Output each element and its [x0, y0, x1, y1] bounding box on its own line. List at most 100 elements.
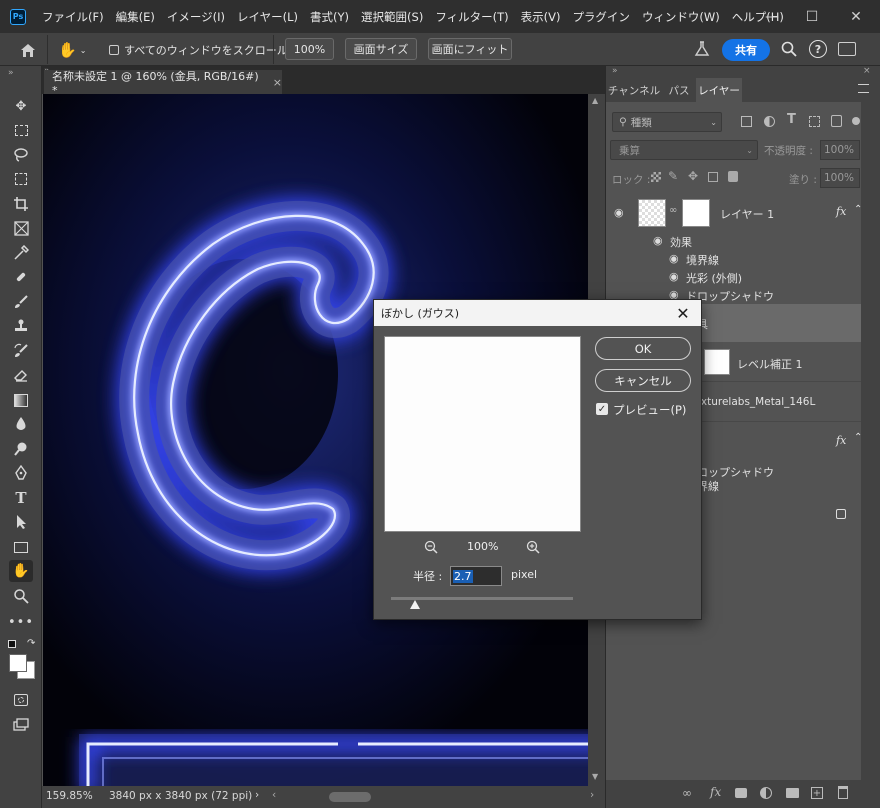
swap-colors-icon[interactable]: ↷	[27, 638, 35, 649]
history-brush-icon[interactable]	[9, 340, 33, 362]
menu-view[interactable]: 表示(V)	[515, 9, 567, 25]
rectangle-tool-icon[interactable]	[9, 536, 33, 558]
adjustment-filter-icon[interactable]	[764, 116, 775, 127]
minimize-icon[interactable]: —	[752, 0, 792, 33]
gradient-icon[interactable]	[9, 389, 33, 411]
new-adjustment-icon[interactable]	[760, 787, 772, 799]
zoom-100-button[interactable]: 100%	[285, 38, 334, 60]
blur-preview[interactable]	[384, 336, 581, 532]
menu-layer[interactable]: レイヤー(L)	[231, 9, 304, 25]
menu-edit[interactable]: 編集(E)	[110, 9, 161, 25]
new-layer-icon[interactable]: +	[811, 787, 823, 799]
add-style-icon[interactable]: fx	[710, 785, 721, 799]
stamp-tool-icon[interactable]	[9, 315, 33, 337]
layer-mask-thumbnail[interactable]	[704, 349, 730, 375]
fill-input[interactable]: 100%	[820, 168, 860, 188]
lasso-tool-icon[interactable]	[9, 144, 33, 166]
lock-transparency-icon[interactable]	[651, 172, 661, 182]
tab-paths[interactable]: パス	[664, 78, 694, 102]
fx-icon[interactable]: fx	[836, 434, 846, 447]
layer-row[interactable]: ◉ ∞ レイヤー 1 fx ⌃	[606, 196, 862, 232]
menu-file[interactable]: ファイル(F)	[36, 9, 110, 25]
object-select-icon[interactable]	[9, 168, 33, 190]
dodge-tool-icon[interactable]	[9, 438, 33, 460]
more-tools-icon[interactable]: •••	[8, 611, 33, 633]
scroll-right-icon[interactable]: ›	[590, 789, 594, 801]
zoom-out-icon[interactable]	[424, 540, 438, 554]
type-filter-icon[interactable]: T	[787, 112, 796, 127]
fx-icon[interactable]: fx	[836, 205, 846, 218]
search-icon[interactable]	[780, 40, 798, 58]
filter-toggle-icon[interactable]	[852, 117, 860, 125]
tab-layers[interactable]: レイヤー	[696, 78, 742, 102]
crop-tool-icon[interactable]	[9, 193, 33, 215]
foreground-color-swatch[interactable]	[9, 654, 27, 672]
pixel-filter-icon[interactable]	[741, 116, 752, 127]
tab-channels[interactable]: チャンネル	[606, 78, 662, 102]
zoom-in-icon[interactable]	[526, 540, 540, 554]
fit-screen-button[interactable]: 画面サイズ	[345, 38, 417, 60]
delete-layer-icon[interactable]	[838, 786, 848, 799]
zoom-level[interactable]: 159.85%	[46, 790, 93, 802]
status-menu-icon[interactable]: ›	[255, 789, 259, 801]
layer-mask-thumbnail[interactable]	[682, 199, 710, 227]
share-button[interactable]: 共有	[722, 39, 770, 61]
home-icon[interactable]	[18, 40, 38, 60]
scroll-left-icon[interactable]: ‹	[272, 789, 276, 801]
chevron-up-icon[interactable]: ⌃	[854, 432, 862, 443]
document-tab[interactable]: 名称未設定 1 @ 160% (金具, RGB/16#) * ×	[44, 70, 282, 97]
effect-stroke-row[interactable]: ◉ 境界線	[606, 250, 861, 268]
blur-tool-icon[interactable]	[9, 413, 33, 435]
eraser-icon[interactable]	[9, 364, 33, 386]
effects-row[interactable]: ◉ 効果	[606, 232, 861, 250]
fill-screen-button[interactable]: 画面にフィット	[428, 38, 512, 60]
healing-brush-icon[interactable]	[9, 266, 33, 288]
close-dialog-icon[interactable]: ✕	[673, 303, 693, 323]
chevron-up-icon[interactable]: ⌃	[854, 204, 862, 215]
frame-tool-icon[interactable]	[9, 217, 33, 239]
lock-all-icon[interactable]	[728, 171, 738, 182]
preview-checkbox[interactable]: ✓	[596, 403, 608, 415]
menu-plugins[interactable]: プラグイン	[566, 9, 636, 25]
close-panel-icon[interactable]: ×	[863, 66, 871, 76]
radius-input[interactable]: 2.7	[450, 566, 502, 586]
lock-artboard-icon[interactable]	[708, 172, 718, 182]
screen-mode-icon[interactable]	[9, 714, 33, 736]
flask-icon[interactable]	[693, 40, 713, 60]
menu-type[interactable]: 書式(Y)	[304, 9, 355, 25]
menu-select[interactable]: 選択範囲(S)	[355, 9, 429, 25]
scroll-up-icon[interactable]: ▲	[592, 96, 598, 105]
ok-button[interactable]: OK	[595, 337, 691, 360]
scroll-down-icon[interactable]: ▼	[592, 772, 598, 781]
menu-filter[interactable]: フィルター(T)	[429, 9, 514, 25]
workspace-icon[interactable]	[838, 42, 856, 56]
brush-tool-icon[interactable]	[9, 291, 33, 313]
maximize-icon[interactable]: ☐	[792, 0, 832, 33]
effect-outer-glow-row[interactable]: ◉ 光彩 (外側)	[606, 268, 861, 286]
layer-filter-select[interactable]: ⚲ 種類 ⌄	[612, 112, 722, 132]
type-tool-icon[interactable]: T	[9, 487, 33, 509]
menu-image[interactable]: イメージ(I)	[161, 9, 231, 25]
radius-slider-thumb[interactable]	[409, 600, 420, 609]
visibility-eye-icon[interactable]: ◉	[669, 252, 679, 265]
cancel-button[interactable]: キャンセル	[595, 369, 691, 392]
zoom-tool-icon[interactable]	[9, 585, 33, 607]
hand-tool-preset-icon[interactable]: ✋ ⌄	[58, 39, 94, 61]
dialog-title-bar[interactable]: ぼかし (ガウス)	[374, 300, 701, 326]
lock-position-icon[interactable]: ✥	[688, 169, 698, 183]
marquee-tool-icon[interactable]	[9, 119, 33, 141]
menu-window[interactable]: ウィンドウ(W)	[636, 9, 726, 25]
shape-filter-icon[interactable]	[809, 116, 820, 127]
link-icon[interactable]: ∞	[669, 205, 677, 216]
close-tab-icon[interactable]: ×	[273, 76, 282, 89]
visibility-eye-icon[interactable]: ◉	[669, 270, 679, 283]
pen-tool-icon[interactable]	[9, 462, 33, 484]
hand-tool-icon[interactable]: ✋	[9, 560, 33, 582]
link-layers-icon[interactable]: ∞	[682, 786, 692, 800]
default-colors-icon[interactable]	[8, 640, 16, 648]
visibility-eye-icon[interactable]: ◉	[614, 206, 624, 219]
help-icon[interactable]: ?	[809, 40, 827, 58]
add-mask-icon[interactable]	[735, 788, 747, 798]
panel-menu-icon[interactable]	[858, 84, 869, 93]
collapse-icon[interactable]: »	[8, 68, 14, 78]
